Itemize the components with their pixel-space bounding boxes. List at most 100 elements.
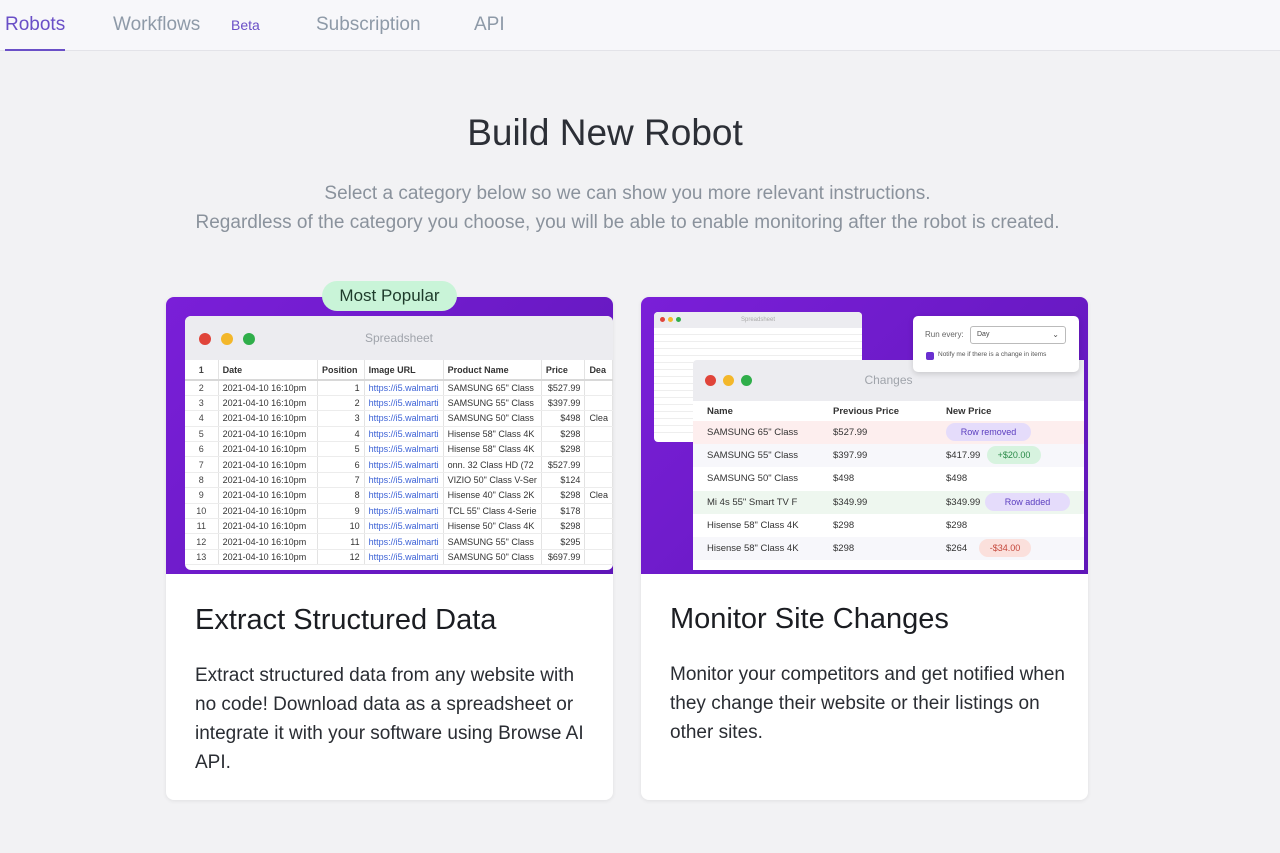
change-new-price: $417.99 xyxy=(946,450,981,462)
sheet-cell xyxy=(584,549,613,566)
sheet-cell: 3 xyxy=(317,410,365,427)
change-status-badge: -$34.00 xyxy=(979,539,1031,557)
sheet-cell: $124 xyxy=(541,472,586,489)
sheet-cell: $527.99 xyxy=(541,380,586,396)
extract-card-description: Extract structured data from any website… xyxy=(195,665,584,773)
list-item: SAMSUNG 55" Class $397.99 $417.99 +$20.00 xyxy=(693,444,1084,468)
table-row: 7 2021-04-10 16:10pm 6 https://i5.walmarti o… xyxy=(185,456,613,473)
mini-row xyxy=(654,342,862,349)
list-item: Hisense 58" Class 4K $298 $264 -$34.00 xyxy=(693,537,1084,560)
sheet-cell: https://i5.walmarti xyxy=(364,487,444,504)
sheet-cell: $298 xyxy=(541,518,586,535)
tab-robots[interactable]: Robots xyxy=(5,0,66,51)
sheet-cell xyxy=(584,533,613,550)
changes-window: Changes Name Previous Price New Price SA… xyxy=(693,360,1084,570)
sheet-cell: 10 xyxy=(317,518,365,535)
monitor-changes-card[interactable]: Spreadsheet Run every: Day ⌄ Notify me i… xyxy=(641,297,1088,800)
tab-subscription[interactable]: Subscription xyxy=(316,0,421,51)
sheet-header-cell: Product Name xyxy=(443,360,542,381)
tab-api[interactable]: API xyxy=(474,0,505,51)
list-item: SAMSUNG 50" Class $498 $498 xyxy=(693,467,1084,491)
sheet-cell: 2021-04-10 16:10pm xyxy=(218,487,319,504)
change-new-price: $298 xyxy=(946,519,968,531)
sheet-cell: 9 xyxy=(317,503,365,520)
spreadsheet-window: Spreadsheet 1 Date Position Image URL Produc… xyxy=(185,316,613,570)
sheet-cell: 2021-04-10 16:10pm xyxy=(218,441,319,458)
list-item: Hisense 58" Class 4K $298 $298 xyxy=(693,513,1084,537)
sheet-cell: https://i5.walmarti xyxy=(364,549,444,566)
sheet-header-row: 1 Date Position Image URL Product Name Price D… xyxy=(185,360,613,381)
sheet-cell: 2021-04-10 16:10pm xyxy=(218,380,319,396)
sheet-cell: $298 xyxy=(541,441,586,458)
sheet-cell: Hisense 50" Class 4K xyxy=(443,518,542,535)
extract-card-title: Extract Structured Data xyxy=(195,604,497,636)
sheet-header-cell: 1 xyxy=(185,360,219,381)
spreadsheet-table: 1 Date Position Image URL Product Name Price D… xyxy=(185,360,613,566)
schedule-popover: Run every: Day ⌄ Notify me if there is a… xyxy=(913,316,1079,372)
sheet-cell: $298 xyxy=(541,487,586,504)
sheet-cell: $697.99 xyxy=(541,549,586,566)
tab-workflows[interactable]: Workflows xyxy=(113,0,200,51)
mini-row xyxy=(654,335,862,342)
table-row: 4 2021-04-10 16:10pm 3 https://i5.walmarti S… xyxy=(185,410,613,427)
sheet-cell: https://i5.walmarti xyxy=(364,426,444,443)
sheet-cell: https://i5.walmarti xyxy=(364,380,444,396)
sheet-cell: 9 xyxy=(185,487,219,504)
table-row: 3 2021-04-10 16:10pm 2 https://i5.walmarti S… xyxy=(185,395,613,412)
sheet-cell: Hisense 58" Class 4K xyxy=(443,426,542,443)
monitor-card-title: Monitor Site Changes xyxy=(670,603,949,635)
sheet-cell: TCL 55" Class 4-Serie xyxy=(443,503,542,520)
sheet-cell: 11 xyxy=(185,518,219,535)
sheet-cell: 2021-04-10 16:10pm xyxy=(218,395,319,412)
sheet-cell: Clea xyxy=(584,487,613,504)
sheet-cell xyxy=(584,472,613,489)
sheet-header-cell: Position xyxy=(317,360,365,381)
notify-checkbox[interactable] xyxy=(926,352,934,360)
sheet-cell: 6 xyxy=(317,456,365,473)
sheet-cell: 5 xyxy=(185,426,219,443)
sheet-cell xyxy=(584,441,613,458)
page-subtitle-line1: Select a category below so we can show y… xyxy=(324,183,931,204)
sheet-cell: 2 xyxy=(185,380,219,396)
sheet-cell: 2021-04-10 16:10pm xyxy=(218,503,319,520)
run-frequency-select[interactable]: Day ⌄ xyxy=(970,326,1066,344)
change-new-price: $498 xyxy=(946,473,968,485)
sheet-cell: https://i5.walmarti xyxy=(364,533,444,550)
sheet-cell: onn. 32 Class HD (72 xyxy=(443,456,542,473)
sheet-cell: https://i5.walmarti xyxy=(364,503,444,520)
change-name: SAMSUNG 65" Class xyxy=(707,427,799,438)
sheet-cell: 13 xyxy=(185,549,219,566)
change-previous-price: $527.99 xyxy=(833,427,868,438)
sheet-cell: 2 xyxy=(317,395,365,412)
sheet-cell: SAMSUNG 55" Class xyxy=(443,533,542,550)
table-row: 5 2021-04-10 16:10pm 4 https://i5.walmarti H… xyxy=(185,426,613,443)
sheet-cell: 8 xyxy=(317,487,365,504)
mini-spreadsheet-title: Spreadsheet xyxy=(740,317,776,323)
run-frequency-value: Day xyxy=(977,331,990,338)
sheet-cell: Clea xyxy=(584,410,613,427)
sheet-cell: $295 xyxy=(541,533,586,550)
col-name-header: Name xyxy=(707,406,733,417)
sheet-cell: 7 xyxy=(317,472,365,489)
sheet-cell: SAMSUNG 50" Class xyxy=(443,549,542,566)
col-new-header: New Price xyxy=(946,406,992,417)
sheet-cell: https://i5.walmarti xyxy=(364,441,444,458)
extract-data-card[interactable]: Spreadsheet 1 Date Position Image URL Produc… xyxy=(166,297,613,800)
spreadsheet-titlebar: Spreadsheet xyxy=(185,316,613,360)
sheet-cell: Hisense 40" Class 2K xyxy=(443,487,542,504)
beta-badge: Beta xyxy=(231,17,260,33)
page-title: Build New Robot xyxy=(467,112,743,153)
notify-label: Notify me if there is a change in items xyxy=(938,351,1047,358)
monitor-card-illustration: Spreadsheet Run every: Day ⌄ Notify me i… xyxy=(641,297,1088,574)
sheet-header-cell: Date xyxy=(218,360,319,381)
spreadsheet-title: Spreadsheet xyxy=(364,331,434,345)
table-row: 12 2021-04-10 16:10pm 11 https://i5.walmart… xyxy=(185,533,613,550)
sheet-cell: SAMSUNG 50" Class xyxy=(443,410,542,427)
sheet-cell: 2021-04-10 16:10pm xyxy=(218,410,319,427)
list-item: Mi 4s 55" Smart TV F $349.99 $349.99 Row ad… xyxy=(693,490,1084,514)
sheet-cell: $527.99 xyxy=(541,456,586,473)
mini-row xyxy=(654,349,862,356)
sheet-cell: 2021-04-10 16:10pm xyxy=(218,533,319,550)
sheet-cell: 4 xyxy=(317,426,365,443)
table-row: 2 2021-04-10 16:10pm 1 https://i5.walmarti S… xyxy=(185,380,613,396)
